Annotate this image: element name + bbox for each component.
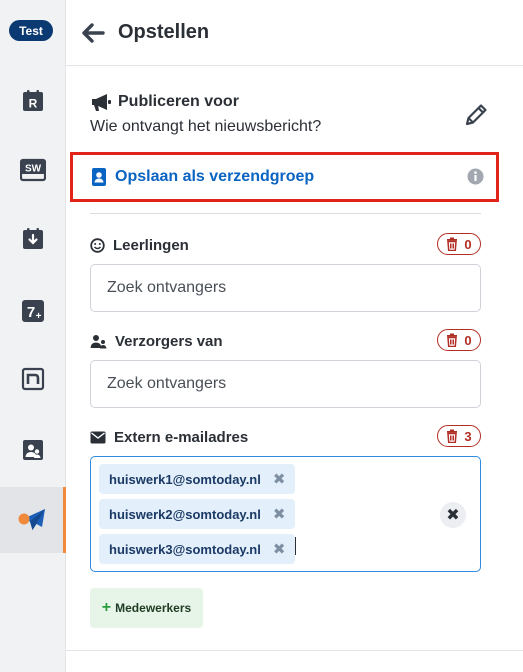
svg-text:7: 7 xyxy=(27,304,35,321)
svg-text:SW: SW xyxy=(25,164,42,175)
bottom-divider xyxy=(66,650,523,651)
guardians-search-field[interactable] xyxy=(90,360,481,408)
email-chip: huiswerk1@somtoday.nl ✖ xyxy=(99,464,296,494)
compose-panel: Publiceren voor Wie ontvangt het nieuwsb… xyxy=(66,66,523,672)
sidebar: Test R SW 7 + xyxy=(0,0,66,672)
sidebar-item-roster[interactable]: R xyxy=(0,68,66,134)
studiewijzer-sw-icon: SW xyxy=(20,158,46,182)
students-count: 0 xyxy=(464,236,472,252)
pencil-icon xyxy=(465,104,487,126)
people-card-icon xyxy=(23,440,43,460)
students-label: Leerlingen xyxy=(113,236,189,254)
notes-n-icon xyxy=(21,367,45,391)
calendar-download-icon xyxy=(23,228,43,249)
environment-badge: Test xyxy=(9,20,53,41)
guardians-delete-badge[interactable]: 0 xyxy=(437,329,481,351)
contact-card-icon xyxy=(92,168,106,186)
remove-chip-icon[interactable]: ✖ xyxy=(273,540,286,558)
svg-text:+: + xyxy=(36,311,42,322)
email-chip: huiswerk3@somtoday.nl ✖ xyxy=(99,534,296,564)
publish-subtitle: Wie ontvangt het nieuwsbericht? xyxy=(90,118,322,135)
sidebar-item-notes[interactable] xyxy=(0,346,66,412)
clear-all-button[interactable]: ✖ xyxy=(440,502,466,528)
guardians-count: 0 xyxy=(464,332,472,348)
guardians-label: Verzorgers van xyxy=(115,332,223,350)
trash-icon xyxy=(447,333,458,347)
add-staff-label: Medewerkers xyxy=(115,601,192,615)
grade-seven-plus-icon: 7 + xyxy=(22,300,44,322)
page-title: Opstellen xyxy=(118,21,210,43)
remove-chip-icon[interactable]: ✖ xyxy=(273,505,286,523)
save-as-group-link[interactable]: Opslaan als verzendgroep xyxy=(115,168,314,186)
sidebar-item-messages[interactable] xyxy=(0,487,66,553)
sidebar-item-studiewijzer[interactable]: SW xyxy=(0,137,66,203)
email-chip: huiswerk2@somtoday.nl ✖ xyxy=(99,499,296,529)
envelope-icon xyxy=(90,431,106,443)
back-button[interactable] xyxy=(80,20,106,46)
plus-icon: + xyxy=(101,599,112,616)
section-divider xyxy=(90,213,481,214)
trash-icon xyxy=(447,237,458,251)
sidebar-item-people[interactable] xyxy=(0,417,66,483)
arrow-left-icon xyxy=(82,22,105,43)
students-search-input[interactable] xyxy=(107,279,480,297)
external-email-input-box[interactable]: huiswerk1@somtoday.nl ✖ huiswerk2@somtod… xyxy=(90,456,481,572)
page-header: Opstellen xyxy=(66,0,523,66)
external-email-label: Extern e-mailadres xyxy=(114,428,249,446)
megaphone-icon xyxy=(92,94,111,111)
trash-icon xyxy=(447,429,458,443)
publish-title: Publiceren voor xyxy=(118,93,239,110)
remove-chip-icon[interactable]: ✖ xyxy=(273,470,286,488)
edit-recipients-button[interactable] xyxy=(461,100,491,130)
guardian-icon xyxy=(90,334,107,348)
external-email-label-row: Extern e-mailadres 3 xyxy=(90,425,481,449)
students-label-row: Leerlingen 0 xyxy=(90,233,481,257)
add-staff-button[interactable]: + Medewerkers xyxy=(90,588,203,628)
save-as-group-highlight: Opslaan als verzendgroep xyxy=(70,152,499,202)
smiley-icon xyxy=(90,237,105,253)
sidebar-item-grades[interactable]: 7 + xyxy=(0,278,66,344)
email-chip-label: huiswerk2@somtoday.nl xyxy=(109,506,261,522)
students-delete-badge[interactable]: 0 xyxy=(437,233,481,255)
text-caret[interactable] xyxy=(295,537,296,555)
sidebar-item-calendar[interactable] xyxy=(0,206,66,272)
publish-title-row: Publiceren voor xyxy=(90,92,499,112)
paper-plane-icon xyxy=(18,509,45,530)
svg-text:R: R xyxy=(29,97,38,111)
publish-section: Publiceren voor Wie ontvangt het nieuwsb… xyxy=(90,92,499,136)
roster-r-icon: R xyxy=(23,90,43,111)
info-icon[interactable] xyxy=(467,168,484,185)
guardians-search-input[interactable] xyxy=(107,375,480,393)
external-email-count: 3 xyxy=(464,428,472,444)
students-search-field[interactable] xyxy=(90,264,481,312)
guardians-label-row: Verzorgers van 0 xyxy=(90,329,481,353)
email-chip-label: huiswerk3@somtoday.nl xyxy=(109,541,261,557)
email-chip-label: huiswerk1@somtoday.nl xyxy=(109,471,261,487)
external-email-delete-badge[interactable]: 3 xyxy=(437,425,481,447)
